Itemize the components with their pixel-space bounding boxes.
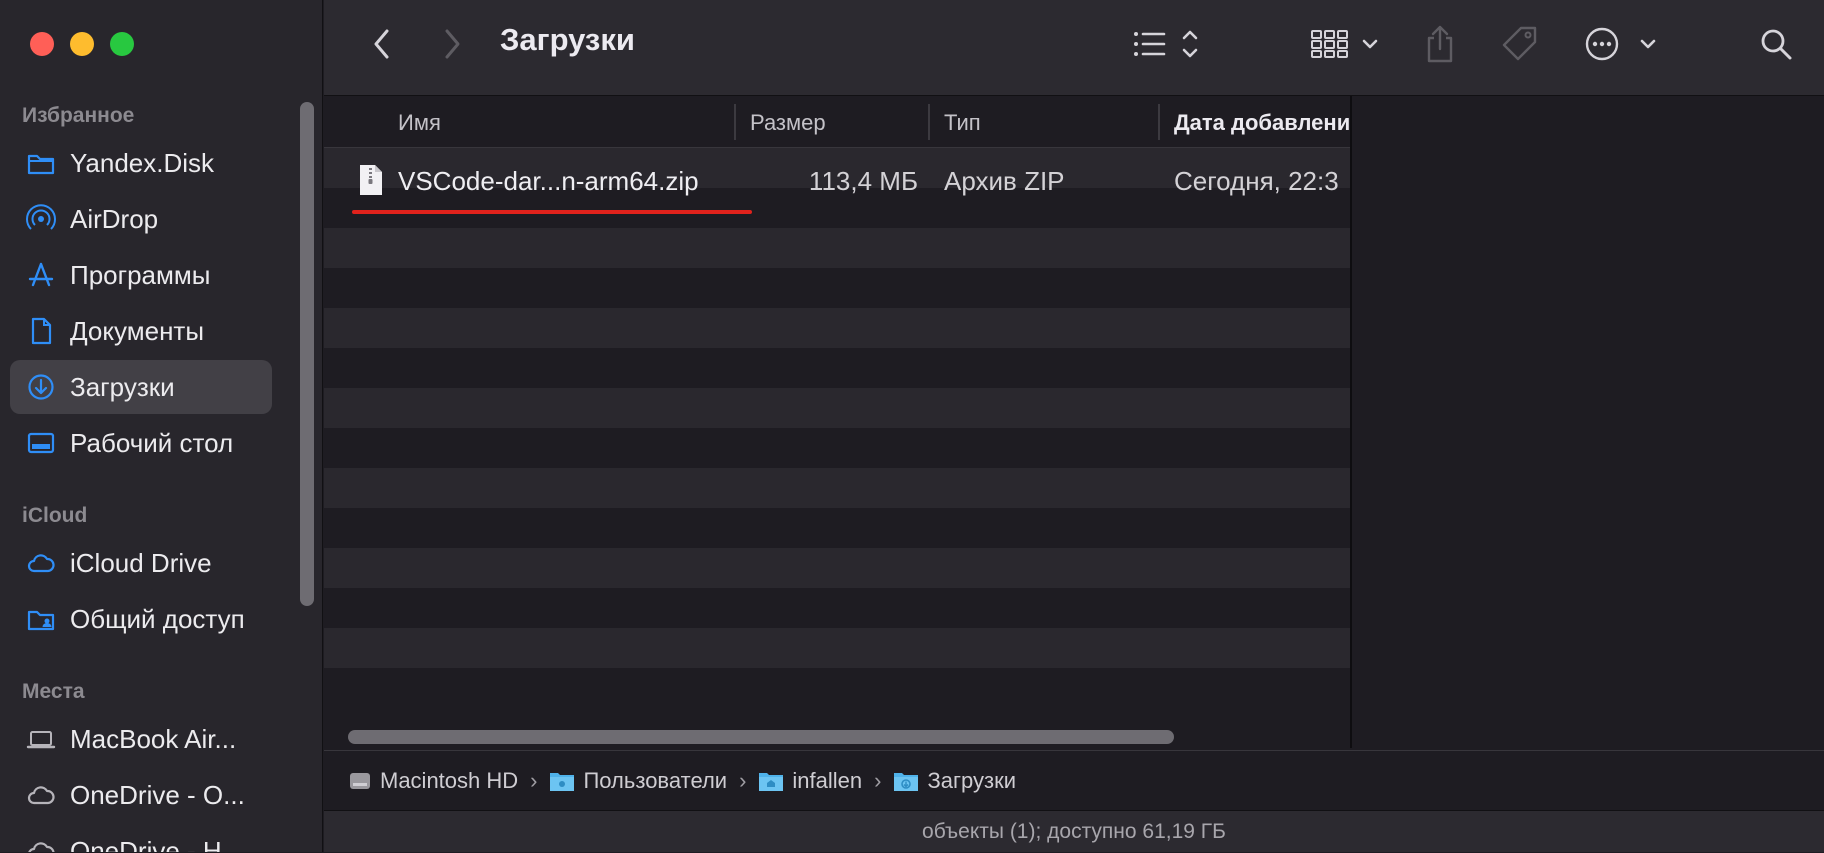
forward-button[interactable] bbox=[434, 26, 470, 62]
file-date-added: Сегодня, 22:3 bbox=[1174, 166, 1339, 196]
path-item-label: Загрузки bbox=[927, 767, 1016, 793]
chevron-left-icon bbox=[374, 29, 389, 59]
file-size: 113,4 МБ bbox=[808, 166, 918, 196]
close-window-button[interactable] bbox=[30, 32, 54, 56]
column-type[interactable]: Тип bbox=[944, 110, 981, 136]
zoom-window-button[interactable] bbox=[110, 32, 134, 56]
preview-pane bbox=[1350, 96, 1824, 748]
sidebar-item-airdrop[interactable]: AirDrop bbox=[10, 192, 272, 246]
sidebar-item-icloud-drive[interactable]: iCloud Drive bbox=[10, 536, 272, 590]
shared-folder-icon bbox=[24, 602, 58, 636]
sidebar-item-label: OneDrive - O... bbox=[70, 779, 245, 810]
grid-icon bbox=[1311, 30, 1378, 58]
highlight-underline bbox=[352, 210, 752, 214]
status-bar: объекты (1); доступно 61,19 ГБ bbox=[324, 810, 1824, 852]
sidebar-item-label: iCloud Drive bbox=[70, 547, 212, 578]
view-list-button[interactable] bbox=[1130, 24, 1206, 64]
sidebar-section-favorites: Избранное bbox=[22, 104, 135, 127]
sidebar-item-onedrive-2[interactable]: OneDrive - H... bbox=[10, 824, 272, 852]
downloads-icon bbox=[24, 370, 58, 404]
column-size[interactable]: Размер bbox=[750, 110, 826, 136]
minimize-window-button[interactable] bbox=[70, 32, 94, 56]
chevron-right-icon: › bbox=[739, 767, 747, 793]
tag-button[interactable] bbox=[1498, 22, 1542, 66]
sidebar: Избранное Yandex.Disk AirDrop Программы … bbox=[0, 0, 323, 852]
sidebar-item-label: Общий доступ bbox=[70, 603, 245, 634]
sidebar-item-label: Рабочий стол bbox=[70, 427, 234, 458]
airdrop-icon bbox=[24, 202, 58, 236]
document-icon bbox=[24, 314, 58, 348]
sidebar-item-macbook[interactable]: MacBook Air... bbox=[10, 712, 272, 766]
sidebar-item-applications[interactable]: Программы bbox=[10, 248, 272, 302]
folder-icon bbox=[24, 146, 58, 180]
applications-icon bbox=[24, 258, 58, 292]
sidebar-item-label: Загрузки bbox=[70, 371, 175, 402]
path-item-downloads[interactable]: Загрузки bbox=[893, 768, 1016, 794]
folder-icon bbox=[550, 772, 575, 791]
share-icon bbox=[1427, 25, 1453, 63]
hard-drive-icon bbox=[350, 772, 370, 789]
tag-icon bbox=[1502, 26, 1537, 61]
path-item-label: Пользователи bbox=[583, 767, 728, 793]
sidebar-item-documents[interactable]: Документы bbox=[10, 304, 272, 358]
sidebar-item-yandex-disk[interactable]: Yandex.Disk bbox=[10, 136, 272, 190]
path-item-label: Macintosh HD bbox=[380, 767, 519, 793]
sidebar-item-onedrive-1[interactable]: OneDrive - O... bbox=[10, 768, 272, 822]
search-icon bbox=[1761, 29, 1792, 60]
sidebar-section-places: Места bbox=[22, 680, 85, 703]
chevron-right-icon: › bbox=[530, 767, 538, 793]
list-view-icon bbox=[1134, 30, 1198, 58]
cloud-icon bbox=[24, 834, 58, 852]
sidebar-item-shared[interactable]: Общий доступ bbox=[10, 592, 272, 646]
downloads-folder-icon bbox=[894, 772, 919, 791]
file-name: VSCode-dar...n-arm64.zip bbox=[398, 166, 699, 196]
toolbar: Загрузки bbox=[324, 0, 1824, 96]
sidebar-item-label: MacBook Air... bbox=[70, 723, 237, 754]
group-button[interactable] bbox=[1310, 24, 1394, 64]
column-name[interactable]: Имя bbox=[398, 110, 441, 136]
row-stripes bbox=[324, 148, 1350, 708]
desktop-icon bbox=[24, 426, 58, 460]
path-item-users[interactable]: Пользователи bbox=[549, 768, 727, 794]
cloud-icon bbox=[24, 778, 58, 812]
horizontal-scrollbar[interactable] bbox=[348, 730, 1174, 744]
sidebar-item-label: Программы bbox=[70, 259, 211, 290]
path-item-label: infallen bbox=[792, 767, 863, 793]
laptop-icon bbox=[24, 722, 58, 756]
sidebar-item-label: Документы bbox=[70, 315, 205, 346]
search-button[interactable] bbox=[1756, 24, 1796, 64]
sidebar-item-desktop[interactable]: Рабочий стол bbox=[10, 416, 272, 470]
chevron-right-icon: › bbox=[874, 767, 882, 793]
ellipsis-circle-icon bbox=[1585, 27, 1656, 61]
column-divider[interactable] bbox=[1158, 104, 1160, 140]
home-folder-icon bbox=[759, 772, 784, 791]
path-bar: Macintosh HD › Пользователи › infallen ›… bbox=[324, 750, 1824, 810]
file-type: Архив ZIP bbox=[944, 166, 1065, 196]
column-date-added[interactable]: Дата добавлени bbox=[1174, 110, 1350, 136]
sidebar-item-label: OneDrive - H... bbox=[70, 835, 244, 853]
file-list: Имя Размер Тип Дата добавлени VSCode-dar… bbox=[324, 96, 1350, 748]
window-title: Загрузки bbox=[500, 22, 635, 57]
sidebar-item-label: AirDrop bbox=[70, 203, 159, 234]
sidebar-item-downloads[interactable]: Загрузки bbox=[10, 360, 272, 414]
window-controls bbox=[30, 32, 134, 56]
sidebar-scrollbar[interactable] bbox=[300, 102, 314, 606]
path-item-macintosh-hd[interactable]: Macintosh HD bbox=[348, 768, 518, 794]
path-item-infallen[interactable]: infallen bbox=[758, 768, 862, 794]
column-header: Имя Размер Тип Дата добавлени bbox=[324, 96, 1350, 148]
cloud-icon bbox=[24, 546, 58, 580]
column-divider[interactable] bbox=[734, 104, 736, 140]
chevron-right-icon bbox=[445, 29, 460, 59]
more-actions-button[interactable] bbox=[1584, 24, 1670, 64]
back-button[interactable] bbox=[364, 26, 400, 62]
column-divider[interactable] bbox=[928, 104, 930, 140]
sidebar-item-label: Yandex.Disk bbox=[70, 147, 215, 178]
share-button[interactable] bbox=[1420, 22, 1460, 66]
zip-file-icon bbox=[358, 164, 384, 203]
sidebar-section-icloud: iCloud bbox=[22, 504, 88, 527]
table-row[interactable]: VSCode-dar...n-arm64.zip 113,4 МБ Архив … bbox=[324, 154, 1350, 206]
